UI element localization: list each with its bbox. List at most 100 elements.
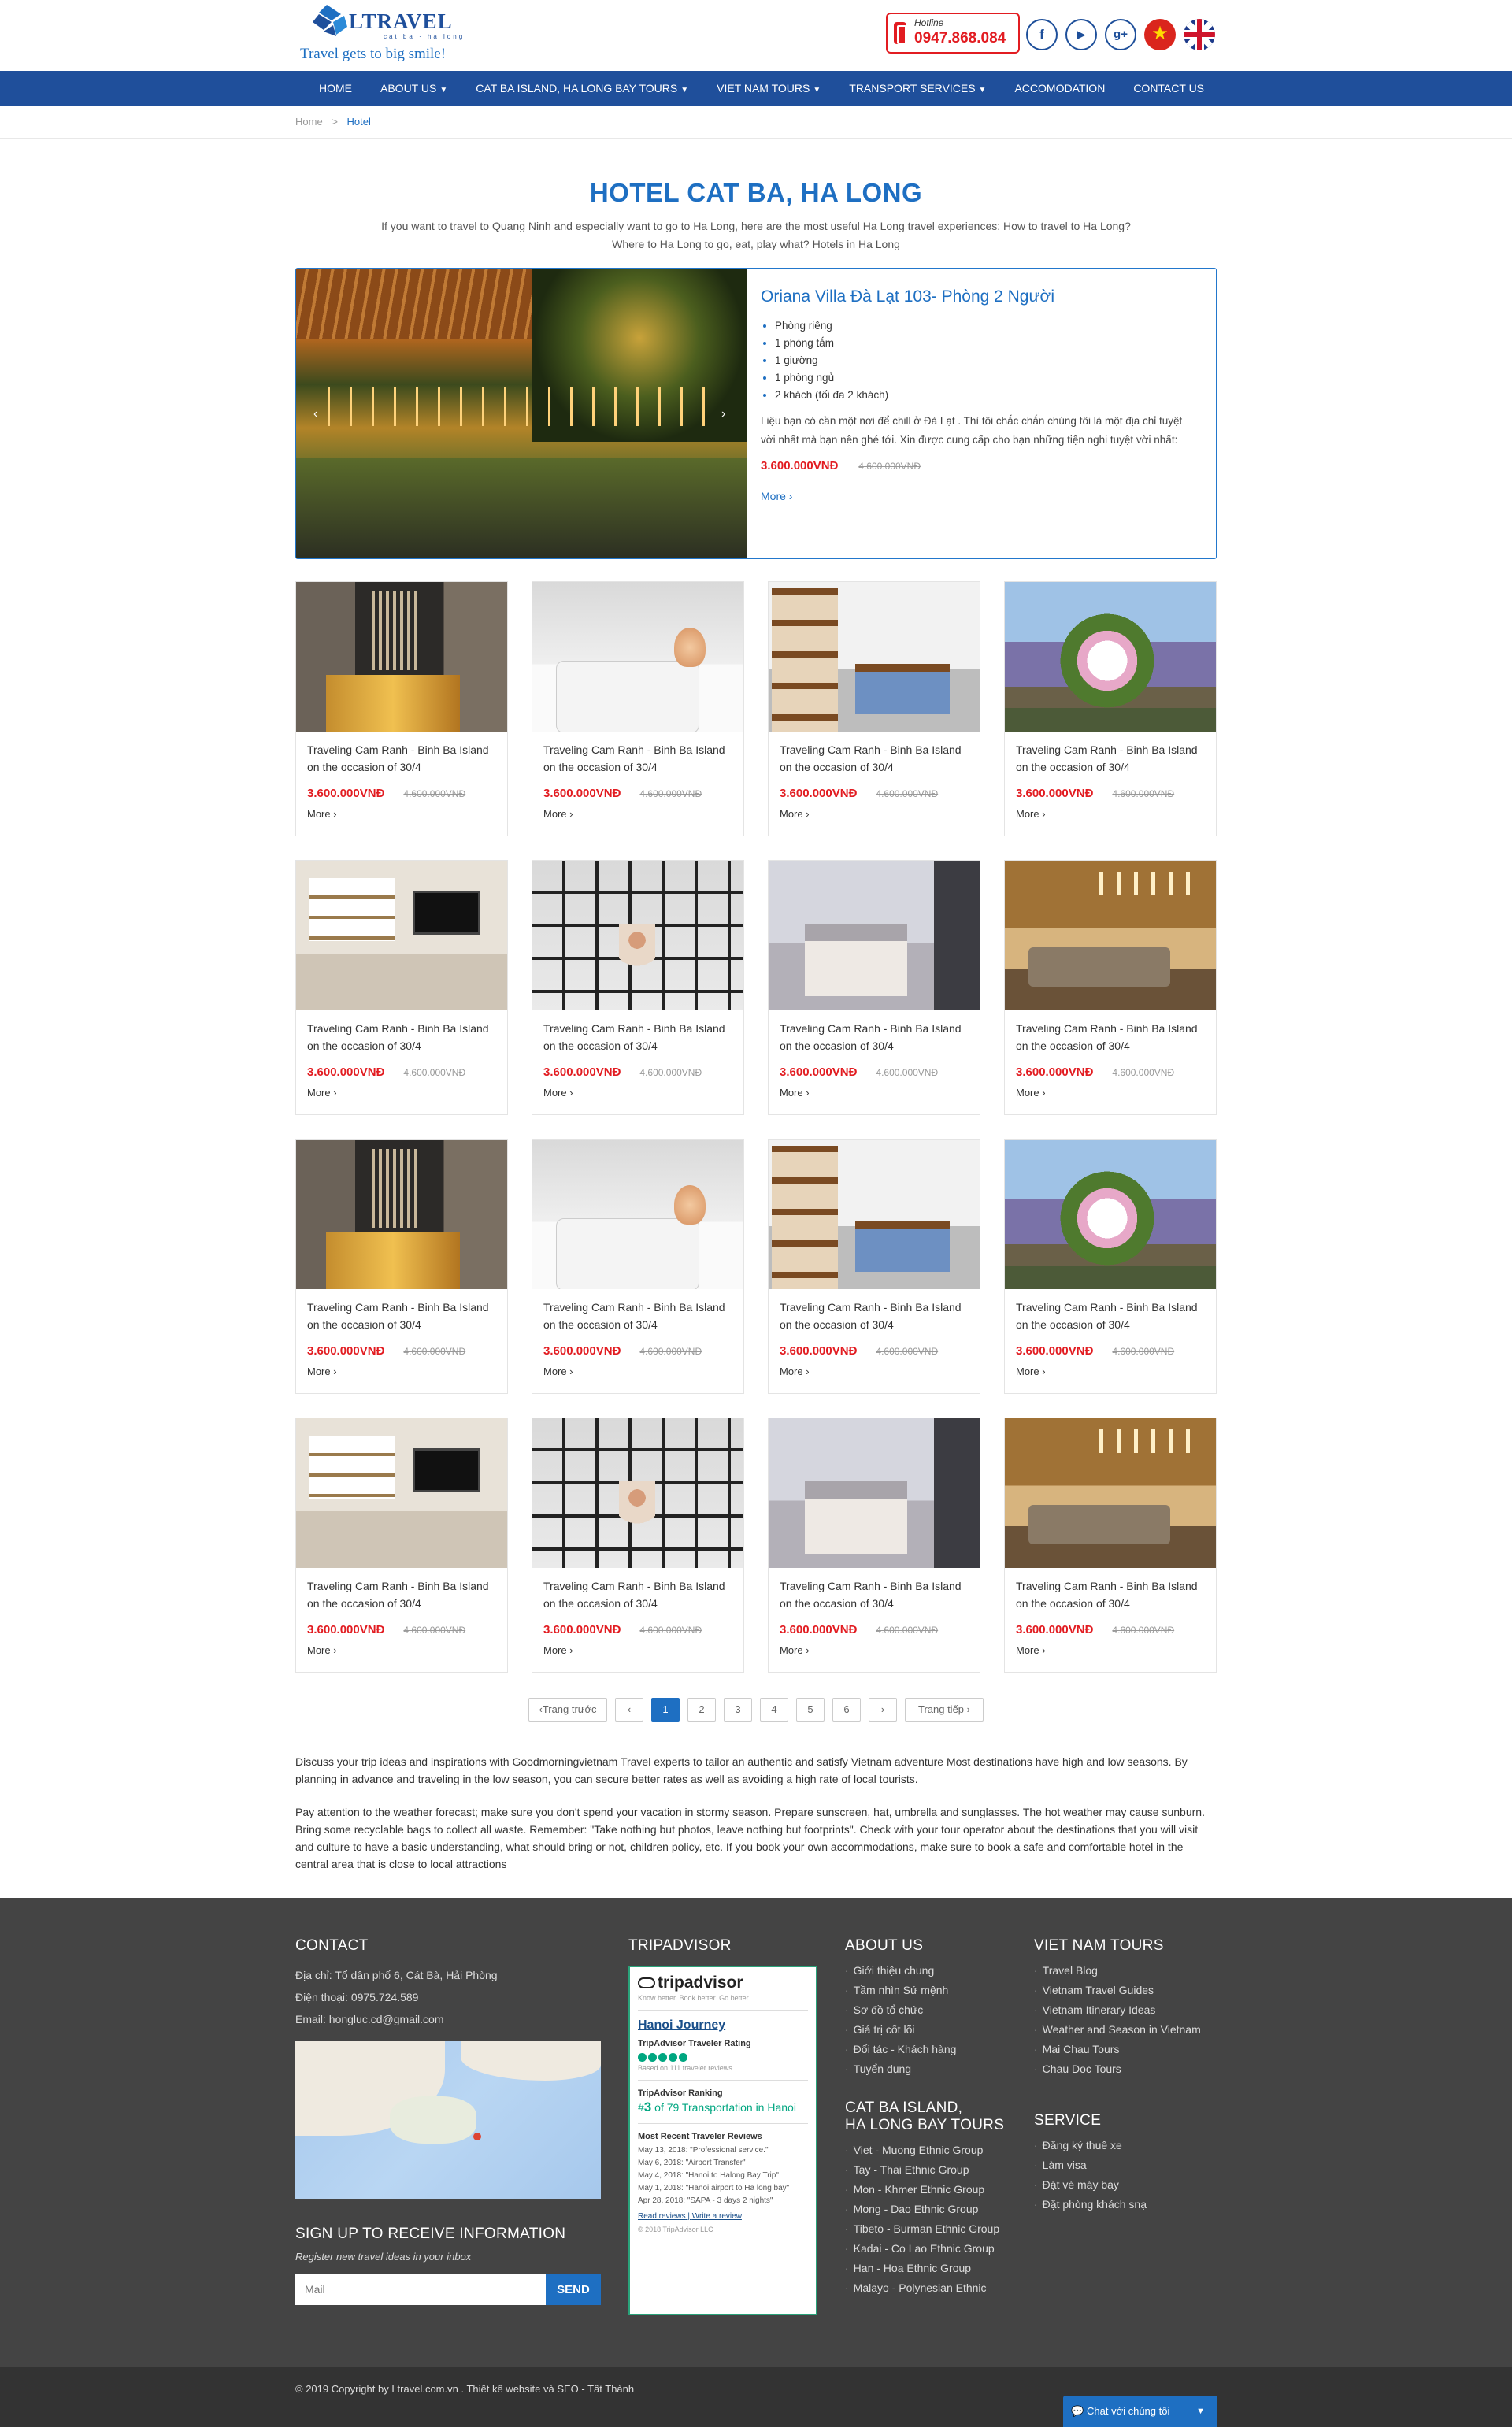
nav-item-accommodation[interactable]: ACCOMODATION	[1000, 71, 1119, 106]
read-reviews-link[interactable]: Read reviews	[638, 2212, 686, 2221]
footer-link[interactable]: · Đặt vé máy bay	[1034, 2175, 1217, 2195]
featured-title[interactable]: Oriana Villa Đà Lạt 103- Phòng 2 Người	[761, 287, 1208, 306]
footer-link[interactable]: · Sơ đồ tổ chức	[845, 2000, 1018, 2020]
hotel-card-title[interactable]: Traveling Cam Ranh - Binh Ba Island on t…	[780, 1020, 969, 1054]
hotel-card[interactable]: Traveling Cam Ranh - Binh Ba Island on t…	[532, 860, 744, 1115]
hotel-card[interactable]: Traveling Cam Ranh - Binh Ba Island on t…	[532, 581, 744, 836]
page-next-arrow[interactable]: ›	[869, 1698, 897, 1722]
footer-link[interactable]: · Giới thiệu chung	[845, 1961, 1018, 1981]
footer-link[interactable]: · Vietnam Travel Guides	[1034, 1981, 1217, 2000]
hotel-card-image[interactable]	[532, 1140, 743, 1289]
hotel-card[interactable]: Traveling Cam Ranh - Binh Ba Island on t…	[768, 1139, 980, 1394]
hotel-card-title[interactable]: Traveling Cam Ranh - Binh Ba Island on t…	[543, 1577, 732, 1612]
page-1[interactable]: 1	[651, 1698, 680, 1722]
review-item[interactable]: May 4, 2018: "Hanoi to Halong Bay Trip"	[638, 2170, 808, 2182]
hotel-card-image[interactable]	[1005, 1140, 1216, 1289]
hotel-card[interactable]: Traveling Cam Ranh - Binh Ba Island on t…	[295, 1139, 508, 1394]
hotel-card-image[interactable]	[296, 1418, 507, 1568]
hotel-card-more-link[interactable]: More ›	[543, 1087, 732, 1099]
hotel-card-title[interactable]: Traveling Cam Ranh - Binh Ba Island on t…	[1016, 1577, 1205, 1612]
hotel-card-title[interactable]: Traveling Cam Ranh - Binh Ba Island on t…	[1016, 741, 1205, 776]
hotel-card-more-link[interactable]: More ›	[543, 808, 732, 820]
tripadvisor-ranking[interactable]: #3 of 79 Transportation in Hanoi	[638, 2100, 808, 2115]
hotel-card-more-link[interactable]: More ›	[307, 1087, 496, 1099]
hotel-card-more-link[interactable]: More ›	[543, 1644, 732, 1656]
footer-link[interactable]: · Đối tác - Khách hàng	[845, 2040, 1018, 2059]
hotel-card[interactable]: Traveling Cam Ranh - Binh Ba Island on t…	[768, 860, 980, 1115]
hotel-card[interactable]: Traveling Cam Ranh - Binh Ba Island on t…	[295, 1418, 508, 1673]
newsletter-email-input[interactable]	[295, 2274, 546, 2305]
footer-link[interactable]: · Weather and Season in Vietnam	[1034, 2020, 1217, 2040]
hotel-card-more-link[interactable]: More ›	[780, 1644, 969, 1656]
review-item[interactable]: May 6, 2018: "Airport Transfer"	[638, 2157, 808, 2170]
nav-item-about[interactable]: ABOUT US ▼	[366, 71, 461, 106]
hotel-card-image[interactable]	[1005, 582, 1216, 732]
footer-link[interactable]: · Travel Blog	[1034, 1961, 1217, 1981]
footer-link[interactable]: · Tibeto - Burman Ethnic Group	[845, 2219, 1018, 2239]
hotel-card-image[interactable]	[532, 861, 743, 1010]
hotel-card-title[interactable]: Traveling Cam Ranh - Binh Ba Island on t…	[307, 1020, 496, 1054]
hotel-card-more-link[interactable]: More ›	[307, 808, 496, 820]
tripadvisor-business[interactable]: Hanoi Journey	[638, 2018, 808, 2033]
hotel-card-title[interactable]: Traveling Cam Ranh - Binh Ba Island on t…	[1016, 1020, 1205, 1054]
hotel-card-image[interactable]	[296, 861, 507, 1010]
breadcrumb-home[interactable]: Home	[295, 116, 323, 128]
page-3[interactable]: 3	[724, 1698, 752, 1722]
uk-flag-icon[interactable]	[1184, 19, 1215, 50]
footer-link[interactable]: · Viet - Muong Ethnic Group	[845, 2140, 1018, 2160]
nav-item-transport[interactable]: TRANSPORT SERVICES ▼	[835, 71, 1000, 106]
hotel-card-image[interactable]	[769, 1140, 980, 1289]
hotel-card-image[interactable]	[532, 1418, 743, 1568]
hotel-card-title[interactable]: Traveling Cam Ranh - Binh Ba Island on t…	[307, 1299, 496, 1333]
hotel-card-title[interactable]: Traveling Cam Ranh - Binh Ba Island on t…	[543, 741, 732, 776]
hotel-card-more-link[interactable]: More ›	[780, 1366, 969, 1377]
youtube-icon[interactable]: ▶	[1065, 19, 1097, 50]
featured-image[interactable]: ‹ ›	[296, 269, 747, 558]
footer-link[interactable]: · Kadai - Co Lao Ethnic Group	[845, 2239, 1018, 2259]
footer-link[interactable]: · Đăng ký thuê xe	[1034, 2136, 1217, 2155]
chat-widget-button[interactable]: 💬 Chat với chúng tôi ▼	[1063, 2396, 1217, 2427]
footer-link[interactable]: · Vietnam Itinerary Ideas	[1034, 2000, 1217, 2020]
hotel-card-more-link[interactable]: More ›	[307, 1644, 496, 1656]
page-prev-arrow[interactable]: ‹	[615, 1698, 643, 1722]
footer-link[interactable]: · Đặt phòng khách snạ	[1034, 2195, 1217, 2214]
page-4[interactable]: 4	[760, 1698, 788, 1722]
footer-link[interactable]: · Mong - Dao Ethnic Group	[845, 2200, 1018, 2219]
footer-link[interactable]: · Tầm nhìn Sứ mệnh	[845, 1981, 1018, 2000]
hotel-card-more-link[interactable]: More ›	[780, 1087, 969, 1099]
nav-item-vietnam-tours[interactable]: VIET NAM TOURS ▼	[702, 71, 835, 106]
page-2[interactable]: 2	[687, 1698, 716, 1722]
hotel-card-title[interactable]: Traveling Cam Ranh - Binh Ba Island on t…	[780, 741, 969, 776]
slider-prev-icon[interactable]: ‹	[313, 407, 317, 421]
hotel-card-image[interactable]	[296, 1140, 507, 1289]
hotel-card-more-link[interactable]: More ›	[1016, 1366, 1205, 1377]
contact-email[interactable]: Email: hongluc.cd@gmail.com	[295, 2008, 601, 2030]
nav-item-contact[interactable]: CONTACT US	[1119, 71, 1218, 106]
hotel-card[interactable]: Traveling Cam Ranh - Binh Ba Island on t…	[1004, 581, 1217, 836]
hotel-card-image[interactable]	[296, 582, 507, 732]
page-next-button[interactable]: Trang tiếp ›	[905, 1698, 984, 1722]
facebook-icon[interactable]: f	[1026, 19, 1058, 50]
featured-more-link[interactable]: More ›	[761, 490, 1208, 502]
hotline-box[interactable]: Hotline 0947.868.084	[886, 13, 1020, 54]
hotel-card-title[interactable]: Traveling Cam Ranh - Binh Ba Island on t…	[543, 1299, 732, 1333]
hotel-card-more-link[interactable]: More ›	[1016, 808, 1205, 820]
hotel-card[interactable]: Traveling Cam Ranh - Binh Ba Island on t…	[1004, 860, 1217, 1115]
hotel-card-more-link[interactable]: More ›	[307, 1366, 496, 1377]
hotel-card[interactable]: Traveling Cam Ranh - Binh Ba Island on t…	[532, 1418, 744, 1673]
footer-link[interactable]: · Mai Chau Tours	[1034, 2040, 1217, 2059]
hotel-card-more-link[interactable]: More ›	[780, 808, 969, 820]
vietnam-flag-icon[interactable]: ★	[1144, 19, 1176, 50]
hotel-card-image[interactable]	[1005, 861, 1216, 1010]
hotel-card-image[interactable]	[1005, 1418, 1216, 1568]
google-plus-icon[interactable]: g+	[1105, 19, 1136, 50]
hotel-card-image[interactable]	[769, 1418, 980, 1568]
hotel-card[interactable]: Traveling Cam Ranh - Binh Ba Island on t…	[1004, 1418, 1217, 1673]
newsletter-send-button[interactable]: SEND	[546, 2274, 601, 2305]
hotel-card-title[interactable]: Traveling Cam Ranh - Binh Ba Island on t…	[543, 1020, 732, 1054]
footer-link[interactable]: · Tay - Thai Ethnic Group	[845, 2160, 1018, 2180]
hotel-card-more-link[interactable]: More ›	[1016, 1087, 1205, 1099]
review-item[interactable]: May 13, 2018: "Professional service."	[638, 2144, 808, 2157]
hotel-card-title[interactable]: Traveling Cam Ranh - Binh Ba Island on t…	[307, 741, 496, 776]
hotel-card[interactable]: Traveling Cam Ranh - Binh Ba Island on t…	[768, 1418, 980, 1673]
